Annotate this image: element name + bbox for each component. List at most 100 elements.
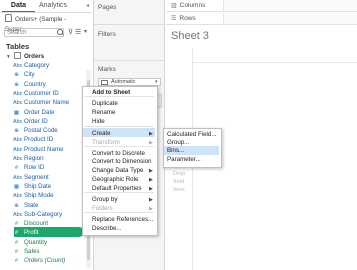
menu-item[interactable]: Describe...: [92, 224, 122, 233]
tables-heading: Tables: [6, 42, 30, 51]
field-label: Quantity: [24, 238, 48, 246]
field-item[interactable]: Abc Category: [13, 61, 49, 70]
menu-item[interactable]: Rename: [92, 108, 115, 117]
menu-separator: [84, 126, 154, 127]
field-item[interactable]: ⊕ City: [13, 70, 35, 79]
pages-card-title: Pages: [98, 4, 117, 11]
rows-drop-zone[interactable]: [223, 13, 357, 24]
field-item[interactable]: Abc Ship Mode: [13, 191, 54, 200]
field-item[interactable]: Abc Sub-Category: [13, 210, 62, 219]
field-label: Ship Mode: [24, 192, 54, 200]
columns-shelf-label: ▥ Columns: [171, 2, 205, 9]
submenu-item[interactable]: Parameter...: [167, 155, 201, 164]
submenu-arrow-icon: ▶: [149, 140, 153, 146]
field-item[interactable]: Abc Product ID: [13, 135, 53, 144]
field-label: Customer Name: [24, 99, 70, 107]
datasource-item[interactable]: Orders+ (Sample - Super...: [5, 14, 89, 33]
rows-label: Rows: [179, 15, 196, 22]
field-label: Product ID: [24, 136, 54, 144]
chevron-down-icon[interactable]: ▾: [155, 79, 158, 85]
field-item[interactable]: ⊕ State: [13, 201, 38, 210]
number-icon: #: [14, 258, 19, 265]
submenu-arrow-icon: ▶: [149, 177, 153, 183]
field-label: Country: [24, 80, 46, 88]
submenu-arrow-icon: ▶: [149, 197, 153, 203]
automatic-mark-icon: [101, 80, 108, 85]
field-label: Sub-Category: [24, 210, 63, 218]
chevron-down-icon[interactable]: ▾: [84, 28, 87, 35]
field-label: City: [24, 71, 35, 79]
field-label: Profit: [24, 229, 39, 237]
tab-divider: [0, 12, 92, 13]
field-item[interactable]: Abc Customer Name: [13, 98, 69, 107]
menu-item[interactable]: Default Properties: [92, 184, 142, 193]
columns-drop-line: [193, 62, 357, 63]
field-item[interactable]: # Quantity: [13, 238, 47, 247]
field-label: Postal Code: [24, 127, 58, 135]
table-name: Orders: [23, 53, 45, 60]
columns-drop-zone[interactable]: [223, 0, 357, 11]
field-label: Category: [24, 62, 50, 69]
field-item[interactable]: # Profit: [13, 228, 38, 237]
filters-card-title: Filters: [98, 31, 116, 38]
card-divider: [94, 24, 164, 25]
field-label: Orders (Count): [24, 257, 66, 265]
field-label: Row ID: [24, 164, 45, 172]
columns-label: Columns: [179, 2, 206, 9]
menu-item[interactable]: Convert to Dimension: [92, 157, 152, 166]
field-item[interactable]: # Sales: [13, 247, 40, 256]
menu-item[interactable]: Replace References...: [92, 215, 153, 224]
field-item[interactable]: Abc Customer ID: [13, 89, 59, 98]
field-label: Product Name: [24, 145, 64, 153]
filter-icon[interactable]: ⊽: [68, 28, 73, 36]
field-item[interactable]: # Discount: [13, 219, 48, 228]
menu-item[interactable]: Hide: [92, 117, 105, 126]
menu-item: Folders: [92, 205, 113, 212]
field-label: State: [24, 201, 39, 209]
search-placeholder: Search: [7, 29, 27, 36]
field-label: Customer ID: [24, 89, 59, 97]
field-item[interactable]: # Row ID: [13, 163, 44, 172]
field-label: Segment: [24, 173, 49, 181]
submenu-arrow-icon: ▶: [149, 131, 153, 137]
rows-shelf-label: ☰ Rows: [171, 15, 196, 22]
submenu-arrow-icon: ▶: [149, 168, 153, 174]
field-item[interactable]: ⊕ Postal Code: [13, 126, 58, 135]
sheet-title[interactable]: Sheet 3: [171, 30, 209, 42]
menu-item: Transform: [92, 139, 120, 146]
card-divider: [94, 60, 164, 61]
submenu-item[interactable]: Bins...: [167, 146, 184, 155]
field-label: Sales: [24, 248, 40, 255]
view-list-icon[interactable]: ☰: [75, 28, 81, 36]
search-icon[interactable]: [57, 29, 63, 35]
drop-field-hint: Drop field here: [172, 171, 186, 193]
field-label: Region: [24, 155, 44, 162]
field-item[interactable]: ▦ Order Date: [13, 108, 55, 117]
field-item[interactable]: Abc Order ID: [13, 117, 48, 126]
submenu-arrow-icon: ▶: [149, 186, 153, 192]
field-item[interactable]: Abc Region: [13, 154, 44, 163]
menu-item[interactable]: Add to Sheet: [92, 88, 130, 97]
database-icon: [5, 14, 12, 22]
table-icon: [13, 52, 21, 59]
field-item[interactable]: # Orders (Count): [13, 256, 65, 265]
field-item[interactable]: Abc Product Name: [13, 145, 64, 154]
menu-item[interactable]: Geographic Role: [92, 175, 138, 184]
minimize-pane-icon[interactable]: ◂: [86, 2, 89, 9]
collapse-caret-icon[interactable]: ▼: [6, 54, 11, 60]
menu-item[interactable]: Change Data Type: [92, 166, 143, 175]
table-orders[interactable]: ▼ Orders: [6, 52, 44, 60]
field-label: Ship Date: [24, 182, 52, 190]
menu-item[interactable]: Create: [92, 129, 111, 138]
field-item[interactable]: ▦ Ship Date: [13, 182, 51, 191]
columns-icon: ▥: [171, 3, 177, 9]
field-label: Order Date: [24, 108, 55, 116]
field-item[interactable]: ⊕ Country: [13, 80, 46, 89]
tab-analytics[interactable]: Analytics: [39, 0, 69, 11]
field-label: Order ID: [24, 117, 48, 125]
menu-item[interactable]: Group by: [92, 195, 117, 204]
field-item[interactable]: Abc Segment: [13, 173, 49, 182]
marks-card-title: Marks: [98, 66, 116, 73]
rows-icon: ☰: [171, 16, 177, 22]
menu-item[interactable]: Duplicate: [92, 99, 118, 108]
